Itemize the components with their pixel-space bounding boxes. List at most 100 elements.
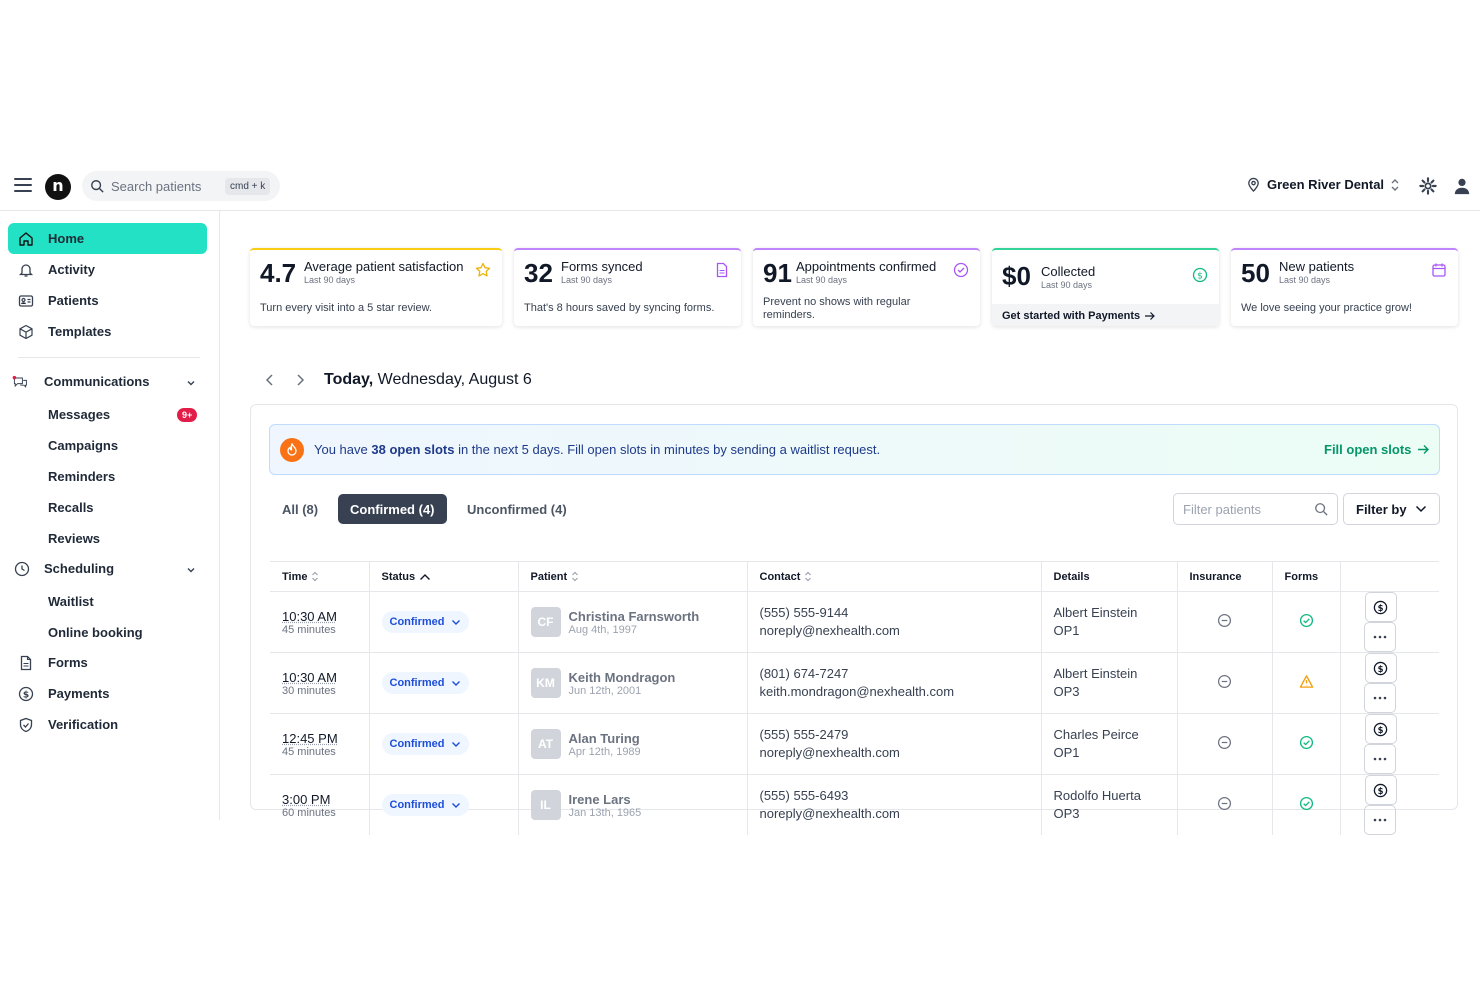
sidebar-item-online-booking[interactable]: Online booking — [48, 625, 143, 640]
logo[interactable]: n — [45, 174, 71, 200]
cell-forms[interactable] — [1271, 591, 1340, 653]
menu-icon[interactable] — [14, 178, 32, 192]
current-date: Today, Wednesday, August 6 — [324, 371, 532, 389]
cell-patient[interactable]: CF Christina Farnsworth Aug 4th, 1997 — [517, 591, 747, 653]
gear-icon[interactable] — [1419, 177, 1437, 195]
stat-value: $0 — [1002, 261, 1031, 291]
stat-card-forms[interactable]: 32 Forms synced Last 90 days That's 8 ho… — [514, 248, 741, 326]
stat-card-collected[interactable]: $0 Collected Last 90 days $ Get started … — [992, 248, 1219, 326]
fill-open-slots-label: Fill open slots — [1324, 442, 1412, 457]
sidebar-item-label: Forms — [48, 655, 88, 670]
payment-button[interactable]: $ — [1364, 653, 1397, 683]
status-dropdown[interactable]: Confirmed — [381, 794, 469, 816]
svg-text:$: $ — [1378, 724, 1384, 734]
cell-patient[interactable]: AT Alan Turing Apr 12th, 1989 — [517, 713, 747, 775]
next-day-button[interactable] — [290, 370, 310, 390]
sidebar-item-scheduling[interactable]: Scheduling — [4, 553, 203, 584]
stat-value: 50 — [1241, 258, 1270, 288]
tab-confirmed[interactable]: Confirmed (4) — [338, 494, 447, 524]
chevron-down-icon[interactable] — [186, 565, 196, 575]
stat-card-satisfaction[interactable]: 4.7 Average patient satisfaction Last 90… — [250, 248, 502, 326]
sidebar-item-recalls[interactable]: Recalls — [48, 500, 94, 515]
column-header-status[interactable]: Status — [368, 561, 518, 592]
cell-forms[interactable] — [1271, 774, 1340, 835]
table-row[interactable]: 12:45 PM 45 minutes Confirmed AT Alan Tu… — [270, 713, 1439, 775]
user-icon[interactable] — [1453, 177, 1471, 195]
more-options-button[interactable] — [1363, 805, 1396, 835]
table-row[interactable]: 3:00 PM 60 minutes Confirmed IL Irene La… — [270, 774, 1439, 835]
cell-insurance[interactable] — [1176, 713, 1272, 775]
patient-name[interactable]: Irene Lars — [569, 792, 642, 807]
sort-icon — [572, 571, 579, 582]
sidebar-item-reviews[interactable]: Reviews — [48, 531, 100, 546]
dollar-icon: $ — [1192, 267, 1208, 283]
status-dropdown[interactable]: Confirmed — [381, 733, 469, 755]
cell-contact: (555) 555-9144 noreply@nexhealth.com — [746, 591, 1041, 653]
check-circle-icon — [1299, 735, 1313, 750]
column-header-patient[interactable]: Patient — [517, 561, 747, 592]
cell-insurance[interactable] — [1176, 591, 1272, 653]
stat-period: Last 90 days — [796, 275, 848, 285]
check-circle-icon — [1299, 796, 1313, 811]
patient-name[interactable]: Christina Farnsworth — [569, 609, 700, 624]
sidebar-item-forms[interactable]: Forms — [8, 647, 207, 678]
sidebar-item-messages[interactable]: Messages — [48, 407, 110, 422]
chevron-down-icon[interactable] — [186, 378, 196, 388]
column-header-contact[interactable]: Contact — [746, 561, 1041, 592]
open-slots-banner: You have 38 open slots in the next 5 day… — [269, 424, 1440, 475]
sidebar-item-waitlist[interactable]: Waitlist — [48, 594, 94, 609]
previous-day-button[interactable] — [260, 370, 280, 390]
cell-actions: $ — [1339, 591, 1439, 653]
table-row[interactable]: 10:30 AM 30 minutes Confirmed KM Keith M… — [270, 652, 1439, 714]
sidebar-item-patients[interactable]: Patients — [8, 285, 207, 316]
payment-button[interactable]: $ — [1364, 592, 1397, 622]
sidebar-item-verification[interactable]: Verification — [8, 709, 207, 740]
more-options-button[interactable] — [1363, 622, 1396, 652]
appointment-time: 3:00 PM — [282, 791, 331, 807]
filter-by-dropdown[interactable]: Filter by — [1343, 493, 1440, 525]
tab-all[interactable]: All (8) — [270, 494, 330, 524]
location-selector[interactable]: Green River Dental — [1246, 177, 1400, 192]
search-bar[interactable]: cmd + k — [82, 171, 280, 201]
cell-details: Albert Einstein OP3 — [1040, 652, 1177, 714]
cell-patient[interactable]: IL Irene Lars Jan 13th, 1965 — [517, 774, 747, 835]
column-header-time[interactable]: Time — [270, 561, 369, 592]
search-input[interactable] — [111, 178, 223, 194]
tab-unconfirmed[interactable]: Unconfirmed (4) — [455, 494, 579, 524]
cell-insurance[interactable] — [1176, 774, 1272, 835]
cell-insurance[interactable] — [1176, 652, 1272, 714]
more-options-button[interactable] — [1363, 683, 1396, 713]
check-circle-icon — [1299, 613, 1313, 628]
sidebar-item-campaigns[interactable]: Campaigns — [48, 438, 118, 453]
sidebar: Home Activity Patients Templates Communi… — [0, 211, 220, 820]
cell-details: Albert Einstein OP1 — [1040, 591, 1177, 653]
fill-open-slots-button[interactable]: Fill open slots — [1324, 442, 1430, 457]
stat-card-appointments[interactable]: 91 Appointments confirmed Last 90 days P… — [753, 248, 980, 326]
chevron-down-icon — [451, 680, 460, 686]
cell-actions: $ — [1339, 652, 1439, 714]
sidebar-item-payments[interactable]: $ Payments — [8, 678, 207, 709]
messages-badge: 9+ — [177, 408, 198, 422]
payments-cta[interactable]: Get started with Payments — [992, 304, 1219, 326]
status-dropdown[interactable]: Confirmed — [381, 611, 469, 633]
status-dropdown[interactable]: Confirmed — [381, 672, 469, 694]
check-circle-icon — [953, 262, 969, 278]
payment-button[interactable]: $ — [1364, 775, 1397, 805]
sidebar-item-activity[interactable]: Activity — [8, 254, 207, 285]
cell-patient[interactable]: KM Keith Mondragon Jun 12th, 2001 — [517, 652, 747, 714]
more-options-button[interactable] — [1363, 744, 1396, 774]
payment-button[interactable]: $ — [1364, 714, 1397, 744]
cell-forms[interactable] — [1271, 713, 1340, 775]
minus-circle-icon — [1217, 674, 1232, 689]
sidebar-item-templates[interactable]: Templates — [8, 316, 207, 347]
dollar-icon: $ — [1373, 600, 1388, 614]
sidebar-item-reminders[interactable]: Reminders — [48, 469, 115, 484]
sidebar-item-home[interactable]: Home — [8, 223, 207, 254]
sidebar-item-communications[interactable]: Communications — [4, 366, 203, 397]
patient-name[interactable]: Alan Turing — [569, 731, 641, 746]
table-row[interactable]: 10:30 AM 45 minutes Confirmed CF Christi… — [270, 591, 1439, 653]
patient-name[interactable]: Keith Mondragon — [569, 670, 676, 685]
stat-card-new-patients[interactable]: 50 New patients Last 90 days We love see… — [1231, 248, 1458, 326]
payments-cta-label: Get started with Payments — [1002, 310, 1141, 322]
cell-forms[interactable] — [1271, 652, 1340, 714]
